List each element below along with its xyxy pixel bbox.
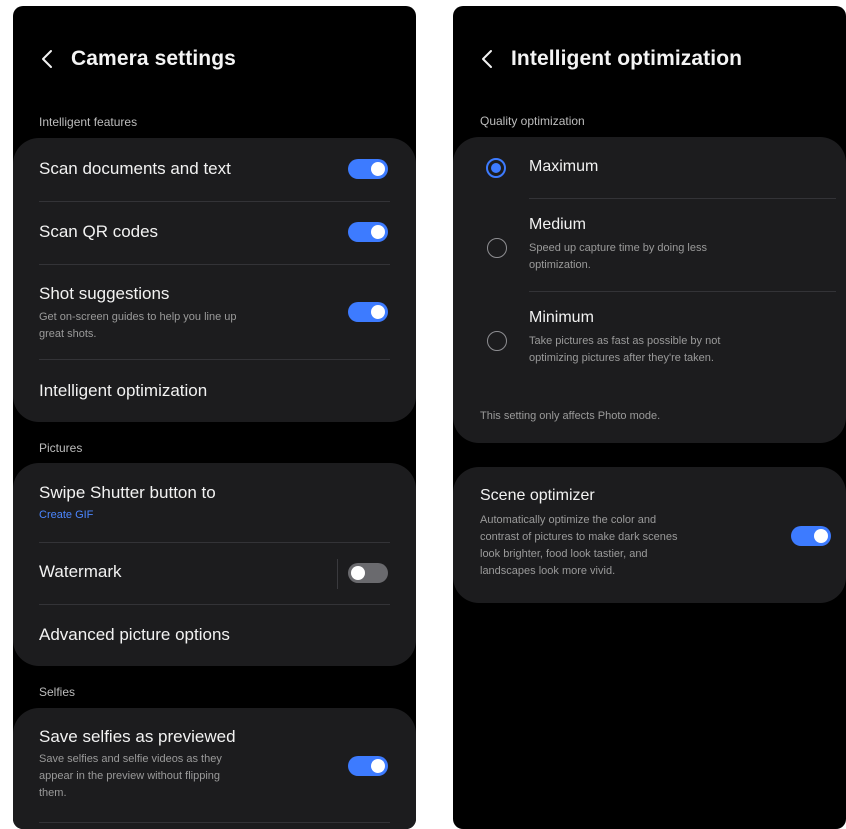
option-minimum-subtitle-1: Take pictures as fast as possible by not <box>529 335 721 347</box>
option-medium[interactable]: Medium Speed up capture time by doing le… <box>453 199 846 291</box>
header: Camera settings <box>13 34 416 84</box>
save-selfies-subtitle-3: them. <box>39 787 67 799</box>
intelligent-optimization-label: Intelligent optimization <box>39 381 208 400</box>
save-selfies-subtitle-1: Save selfies and selfie videos as they <box>39 753 222 765</box>
scene-optimizer-desc-3: look brighter, food look tastier, and <box>480 548 648 560</box>
scan-qr-row[interactable]: Scan QR codes <box>13 202 416 264</box>
option-minimum-label: Minimum <box>529 309 594 326</box>
watermark-toggle[interactable] <box>348 563 388 583</box>
option-medium-subtitle-2: optimization. <box>529 259 591 271</box>
option-minimum[interactable]: Minimum Take pictures as fast as possibl… <box>453 292 846 382</box>
shot-suggestions-toggle[interactable] <box>348 302 388 322</box>
watermark-row[interactable]: Watermark <box>13 543 416 604</box>
scan-documents-label: Scan documents and text <box>39 159 231 178</box>
save-selfies-row[interactable]: Save selfies as previewed Save selfies a… <box>13 708 416 808</box>
section-selfies: Selfies <box>39 685 76 699</box>
option-maximum-label: Maximum <box>529 158 599 175</box>
option-maximum[interactable]: Maximum <box>453 137 846 198</box>
advanced-picture-options-row[interactable]: Advanced picture options <box>13 605 416 666</box>
intelligent-optimization-row[interactable]: Intelligent optimization <box>13 360 416 422</box>
option-medium-subtitle-1: Speed up capture time by doing less <box>529 242 707 254</box>
selfies-card: Save selfies as previewed Save selfies a… <box>13 708 416 829</box>
pictures-card: Swipe Shutter button to Create GIF Water… <box>13 463 416 666</box>
scene-optimizer-desc-2: contrast of pictures to make dark scenes <box>480 531 678 543</box>
scene-optimizer-toggle[interactable] <box>791 526 831 546</box>
swipe-shutter-row[interactable]: Swipe Shutter button to Create GIF <box>13 463 416 542</box>
watermark-label: Watermark <box>39 562 122 581</box>
scene-optimizer-row[interactable]: Scene optimizer Automatically optimize t… <box>453 467 846 603</box>
back-button[interactable] <box>35 44 59 74</box>
shot-suggestions-label: Shot suggestions <box>39 284 170 303</box>
photo-mode-note: This setting only affects Photo mode. <box>480 410 661 422</box>
page-title: Camera settings <box>71 47 236 70</box>
advanced-picture-options-label: Advanced picture options <box>39 625 230 644</box>
intelligent-features-card: Scan documents and text Scan QR codes Sh… <box>13 138 416 422</box>
scan-documents-toggle[interactable] <box>348 159 388 179</box>
scene-optimizer-card: Scene optimizer Automatically optimize t… <box>453 467 846 603</box>
divider <box>337 559 338 589</box>
scan-documents-row[interactable]: Scan documents and text <box>13 138 416 201</box>
chevron-left-icon <box>42 50 52 68</box>
swipe-shutter-value: Create GIF <box>39 509 94 521</box>
radio-medium[interactable] <box>487 238 507 258</box>
section-pictures: Pictures <box>39 441 83 455</box>
header: Intelligent optimization <box>453 34 846 84</box>
scene-optimizer-desc-1: Automatically optimize the color and <box>480 514 657 526</box>
scene-optimizer-desc-4: landscapes look more vivid. <box>480 565 616 577</box>
save-selfies-toggle[interactable] <box>348 756 388 776</box>
save-selfies-subtitle-2: appear in the preview without flipping <box>39 770 221 782</box>
section-quality-optimization: Quality optimization <box>480 114 585 128</box>
back-button[interactable] <box>475 44 499 74</box>
shot-suggestions-subtitle-1: Get on-screen guides to help you line up <box>39 311 237 323</box>
swipe-shutter-label: Swipe Shutter button to <box>39 483 216 502</box>
scan-qr-toggle[interactable] <box>348 222 388 242</box>
radio-minimum[interactable] <box>487 331 507 351</box>
intelligent-optimization-screen: Intelligent optimization Quality optimiz… <box>453 6 846 829</box>
page-title: Intelligent optimization <box>511 47 743 70</box>
option-minimum-subtitle-2: optimizing pictures after they're taken. <box>529 352 714 364</box>
quality-optimization-card: Maximum Medium Speed up capture time by … <box>453 137 846 443</box>
scene-optimizer-label: Scene optimizer <box>480 487 595 504</box>
save-selfies-label: Save selfies as previewed <box>39 727 236 746</box>
shot-suggestions-row[interactable]: Shot suggestions Get on-screen guides to… <box>13 265 416 359</box>
camera-settings-screen: Camera settings Intelligent features Sca… <box>13 6 416 829</box>
section-intelligent-features: Intelligent features <box>39 115 138 129</box>
divider <box>39 822 390 823</box>
radio-maximum[interactable] <box>486 158 506 178</box>
chevron-left-icon <box>482 50 492 68</box>
shot-suggestions-subtitle-2: great shots. <box>39 328 97 340</box>
option-medium-label: Medium <box>529 216 586 233</box>
scan-qr-label: Scan QR codes <box>39 222 159 241</box>
